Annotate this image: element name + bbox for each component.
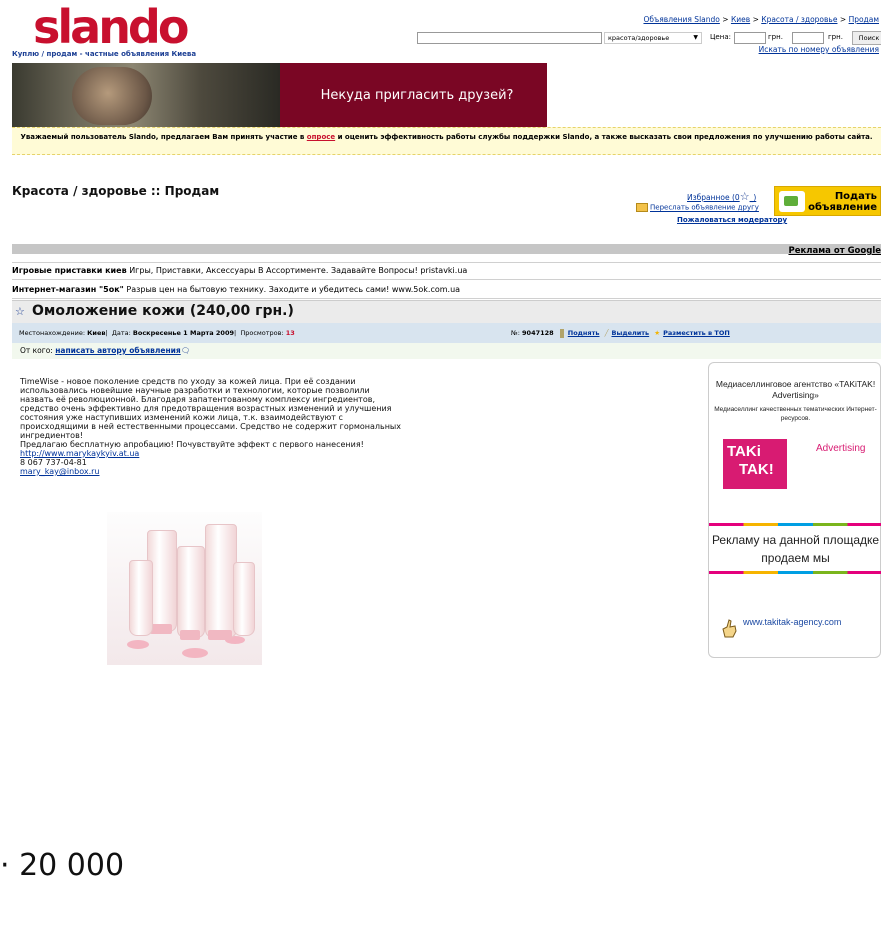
- listing-title: Омоложение кожи (240,00 грн.): [32, 303, 294, 319]
- breadcrumb-item[interactable]: Объявления Slando: [643, 15, 719, 24]
- currency-label: грн.: [828, 33, 843, 41]
- highlight-link[interactable]: Выделить: [611, 329, 649, 337]
- star-icon[interactable]: ☆: [15, 305, 25, 318]
- search-input[interactable]: [417, 32, 602, 44]
- favorites[interactable]: Избранное (0☆_): [687, 190, 756, 203]
- price-to-input[interactable]: [792, 32, 824, 44]
- breadcrumb-item[interactable]: Киев: [731, 15, 750, 24]
- speech-bubble-icon: 🗨: [180, 346, 191, 355]
- raise-icon: [559, 328, 564, 338]
- logo-text: slando: [33, 0, 189, 54]
- page-title: Красота / здоровье :: Продам: [12, 184, 220, 198]
- date: Воскресенье 1 Марта 2009: [132, 329, 234, 337]
- survey-notice: Уважаемый пользователь Slando, предлагае…: [12, 127, 881, 155]
- price-from-input[interactable]: [734, 32, 766, 44]
- write-author-link[interactable]: написать автору объявления: [55, 346, 180, 355]
- contact-url[interactable]: http://www.marykaykyiv.at.ua: [20, 449, 139, 458]
- complain-link[interactable]: Пожаловаться модератору: [677, 216, 787, 224]
- tagline: Куплю / продам - частные объявления Киев…: [12, 50, 197, 58]
- banner-photo: [12, 63, 280, 129]
- price-label: Цена:: [710, 33, 731, 41]
- color-stripe: [709, 571, 881, 574]
- ads-divider: [12, 244, 881, 254]
- ad-item[interactable]: Игровые приставки киев Игры, Приставки, …: [12, 262, 881, 280]
- breadcrumb-item[interactable]: Красота / здоровье: [761, 15, 837, 24]
- send-to-friend-link[interactable]: Переслать объявление другу: [650, 204, 759, 212]
- listing-meta: Местонахождение: Киев| Дата: Воскресенье…: [12, 323, 881, 343]
- footer-number: · 20 000: [0, 848, 125, 883]
- hand-icon: [722, 619, 737, 638]
- slando-logo[interactable]: slando: [33, 4, 193, 50]
- breadcrumb: Объявления Slando > Киев > Красота / здо…: [643, 15, 879, 24]
- takitak-logo: TAKi TAK!: [723, 439, 787, 489]
- product-photo[interactable]: [107, 512, 262, 665]
- google-ads-label[interactable]: Реклама от Google: [788, 246, 881, 256]
- ad-item[interactable]: Интернет-магазин "5ок" Разрыв цен на быт…: [12, 282, 881, 299]
- survey-link[interactable]: опросе: [307, 133, 335, 141]
- location: Киев: [87, 329, 106, 337]
- top-link[interactable]: Разместить в ТОП: [663, 329, 730, 337]
- agency-name: Медиаселлинговое агентство «TAKiTAK! Adv…: [715, 379, 876, 400]
- currency-label: грн.: [768, 33, 783, 41]
- listing-header: ☆ Омоложение кожи (240,00 грн.): [12, 300, 881, 323]
- takitak-site-link[interactable]: www.takitak-agency.com: [743, 617, 841, 627]
- color-stripe: [709, 523, 881, 526]
- sell-text: Рекламу на данной площадке продаем мы: [711, 533, 880, 565]
- post-ad-button[interactable]: Подать объявление: [774, 186, 881, 216]
- banner-text: Некуда пригласить друзей?: [320, 88, 514, 103]
- chevron-down-icon: ▼: [693, 34, 698, 41]
- advertising-label: Advertising: [816, 443, 866, 454]
- star-icon: ★: [654, 329, 661, 337]
- favorites-link[interactable]: Избранное (0: [687, 193, 740, 202]
- post-ad-icon: [779, 191, 805, 212]
- category-select[interactable]: красота/здоровье ▼: [604, 32, 702, 44]
- takitak-ad[interactable]: Медиаселлинговое агентство «TAKiTAK! Adv…: [708, 362, 881, 658]
- envelope-icon: [636, 203, 648, 212]
- raise-link[interactable]: Поднять: [568, 329, 600, 337]
- agency-sub: Медиаселлинг качественных тематических И…: [714, 406, 877, 422]
- listing-number: 9047128: [522, 329, 554, 337]
- send-to-friend[interactable]: Переслать объявление другу: [636, 203, 759, 212]
- breadcrumb-item[interactable]: Продам: [849, 15, 879, 24]
- contact-email[interactable]: mary_kay@inbox.ru: [20, 467, 100, 476]
- from-row: От кого: написать автору объявления🗨: [12, 343, 881, 359]
- pen-icon: ╱: [604, 329, 609, 337]
- category-select-value: красота/здоровье: [608, 34, 670, 42]
- search-by-number-link[interactable]: Искать по номеру объявления: [759, 45, 879, 54]
- views-count: 13: [285, 329, 295, 337]
- star-icon: ☆: [739, 190, 750, 203]
- listing-description: TimeWise - новое поколение средств по ух…: [20, 377, 455, 476]
- contact-phone: 8 067 737-04-81: [20, 458, 87, 467]
- search-button[interactable]: Поиск: [852, 31, 881, 45]
- banner-ad[interactable]: Некуда пригласить друзей?: [12, 63, 547, 129]
